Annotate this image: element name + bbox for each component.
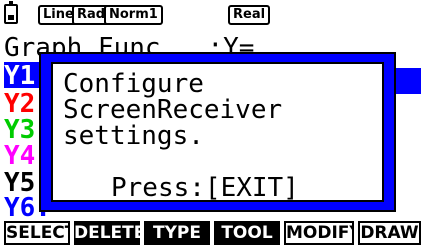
graph-row-y1[interactable]: Y1 bbox=[4, 62, 35, 90]
graph-row-y3[interactable]: Y3 bbox=[4, 116, 35, 144]
message-dialog-body: Configure ScreenReceiver settings. Press… bbox=[51, 62, 384, 202]
f2-delete-key[interactable]: DELETE bbox=[74, 221, 140, 245]
f3-type-key[interactable]: TYPE bbox=[144, 221, 210, 245]
function-key-bar: SELECT DELETE TYPE TOOL MODIFY DRAW bbox=[0, 221, 425, 247]
battery-icon bbox=[4, 1, 18, 24]
message-dialog: Configure ScreenReceiver settings. Press… bbox=[39, 52, 396, 212]
dialog-exit-prompt[interactable]: Press:[EXIT] bbox=[111, 174, 299, 202]
dialog-message-line-3: settings. bbox=[63, 121, 204, 151]
graph-row-y4[interactable]: Y4 bbox=[4, 142, 35, 170]
status-indicator-complex: Real bbox=[228, 5, 271, 25]
dialog-message-line-1: Configure bbox=[63, 69, 204, 99]
f6-draw-key[interactable]: DRAW bbox=[358, 221, 421, 245]
f4-tool-key[interactable]: TOOL bbox=[214, 221, 280, 245]
graph-row-y2[interactable]: Y2 bbox=[4, 90, 35, 118]
status-bar: Line Rad Norm1 Real bbox=[0, 0, 425, 33]
f5-modify-key[interactable]: MODIFY bbox=[284, 221, 354, 245]
dialog-message-line-2: ScreenReceiver bbox=[63, 95, 283, 125]
calculator-screen: Line Rad Norm1 Real Graph Func :Y= Y1 Y2… bbox=[0, 0, 425, 247]
f1-select-key[interactable]: SELECT bbox=[4, 221, 70, 245]
status-indicator-display: Norm1 bbox=[104, 5, 163, 25]
